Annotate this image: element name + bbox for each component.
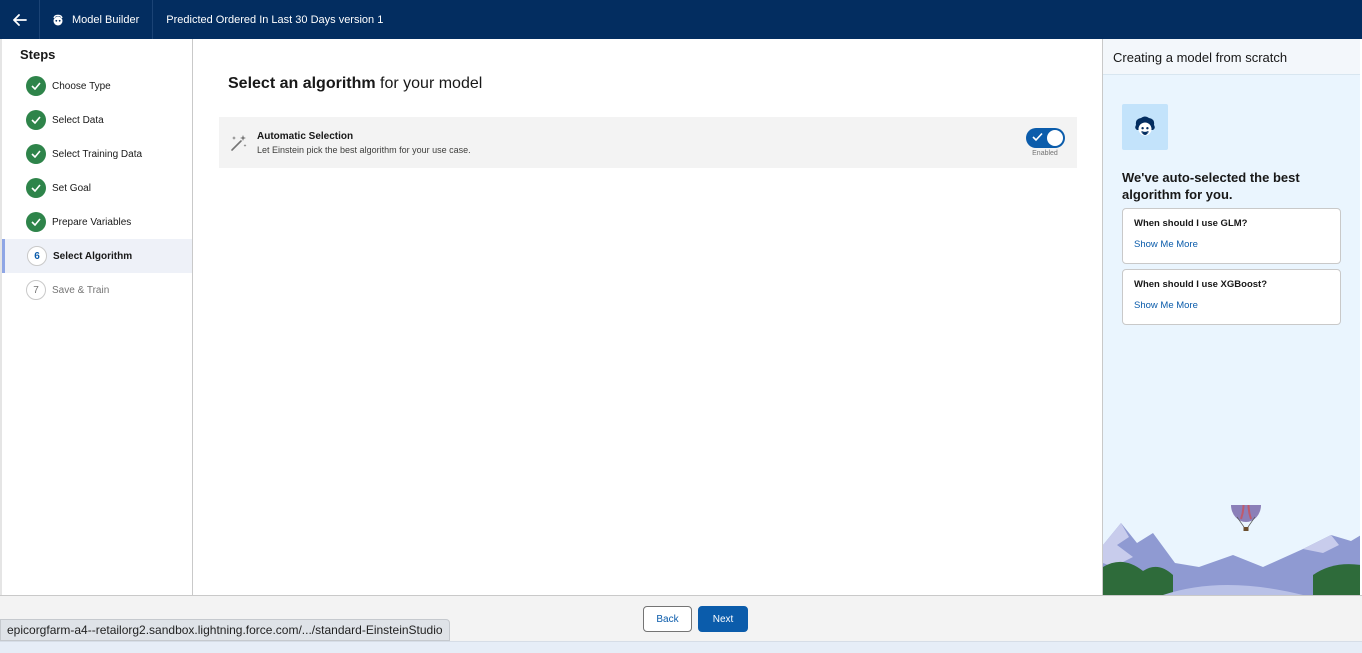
- check-icon: [26, 110, 46, 130]
- help-panel-header: Creating a model from scratch: [1103, 39, 1360, 75]
- check-icon: [26, 144, 46, 164]
- global-header: Model Builder Predicted Ordered In Last …: [0, 0, 1362, 39]
- model-title: Predicted Ordered In Last 30 Days versio…: [166, 13, 384, 26]
- step-number: 6: [27, 246, 47, 266]
- show-me-more-link[interactable]: Show Me More: [1134, 239, 1198, 250]
- steps-sidebar: Steps Choose Type Select Data Select Tra…: [0, 39, 193, 595]
- step-save-train[interactable]: 7 Save & Train: [2, 273, 192, 307]
- check-icon: [1031, 132, 1043, 142]
- page-title-rest: for your model: [375, 75, 483, 92]
- step-select-data[interactable]: Select Data: [2, 103, 192, 137]
- option-title: Automatic Selection: [257, 130, 354, 142]
- xgboost-help-card: When should I use XGBoost? Show Me More: [1122, 269, 1341, 325]
- step-choose-type[interactable]: Choose Type: [2, 69, 192, 103]
- arrow-left-icon: [12, 13, 27, 26]
- steps-title: Steps: [20, 47, 56, 62]
- automatic-selection-card: Automatic Selection Let Einstein pick th…: [219, 117, 1077, 168]
- option-text: Automatic Selection Let Einstein pick th…: [257, 131, 1015, 155]
- step-label: Prepare Variables: [52, 216, 132, 228]
- help-heading: We've auto-selected the best algorithm f…: [1122, 170, 1300, 202]
- magic-wand-icon: [231, 134, 247, 151]
- step-label: Select Training Data: [52, 148, 143, 160]
- check-icon: [26, 212, 46, 232]
- back-button[interactable]: Back: [643, 606, 692, 632]
- page-title: Select an algorithm for your model: [228, 75, 482, 93]
- next-button[interactable]: Next: [698, 606, 748, 632]
- step-label: Select Data: [52, 114, 104, 126]
- check-icon: [26, 76, 46, 96]
- help-panel: Creating a model from scratch We've auto…: [1102, 39, 1360, 595]
- check-icon: [26, 178, 46, 198]
- toggle-knob: [1046, 130, 1063, 146]
- hot-air-balloon: [1231, 505, 1261, 531]
- einstein-icon: [52, 14, 64, 26]
- back-arrow-button[interactable]: [0, 0, 40, 39]
- einstein-avatar-icon: [1122, 104, 1168, 150]
- toggle-status-label: Enabled: [1032, 150, 1058, 157]
- automatic-selection-toggle[interactable]: [1025, 128, 1065, 148]
- step-number: 7: [26, 280, 46, 300]
- main-content: Select an algorithm for your model Autom…: [193, 39, 1102, 595]
- step-select-algorithm[interactable]: 6 Select Algorithm: [2, 239, 192, 273]
- glm-help-card: When should I use GLM? Show Me More: [1122, 208, 1341, 264]
- app-name-label: Model Builder: [72, 13, 140, 26]
- toggle-wrapper: Enabled: [1015, 128, 1075, 157]
- step-select-training-data[interactable]: Select Training Data: [2, 137, 192, 171]
- step-label: Choose Type: [52, 80, 111, 92]
- step-label: Select Algorithm: [53, 250, 133, 262]
- taskbar-strip: [0, 641, 1362, 653]
- help-question: When should I use GLM?: [1134, 218, 1248, 229]
- step-label: Save & Train: [52, 284, 110, 296]
- page-title-bold: Select an algorithm: [228, 75, 376, 92]
- app-title: Model Builder: [40, 0, 154, 39]
- option-description: Let Einstein pick the best algorithm for…: [257, 144, 471, 155]
- status-bar-url: epicorgfarm-a4--retailorg2.sandbox.light…: [0, 619, 450, 641]
- mountain-balloon-illustration: [1103, 505, 1360, 595]
- show-me-more-link[interactable]: Show Me More: [1134, 300, 1198, 311]
- step-label: Set Goal: [52, 182, 91, 194]
- step-prepare-variables[interactable]: Prepare Variables: [2, 205, 192, 239]
- help-question: When should I use XGBoost?: [1134, 279, 1267, 290]
- step-set-goal[interactable]: Set Goal: [2, 171, 192, 205]
